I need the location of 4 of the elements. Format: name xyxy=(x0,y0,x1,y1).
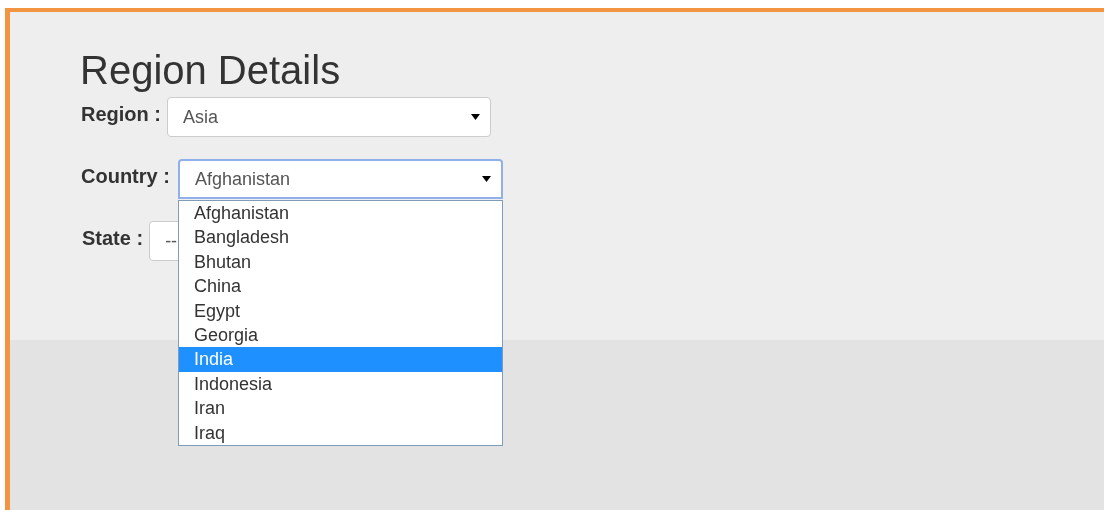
field-label: Country : xyxy=(81,164,170,188)
field-label: Region : xyxy=(81,102,161,126)
field-label: State : xyxy=(82,226,144,250)
page-title: Region Details xyxy=(80,47,342,94)
